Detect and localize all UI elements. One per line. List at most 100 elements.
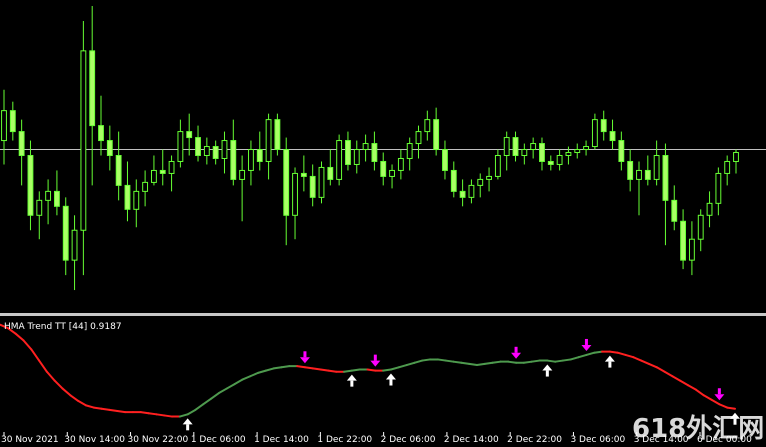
hma-segment [421, 358, 432, 362]
hma-segment [116, 409, 127, 414]
hma-segment [108, 408, 119, 412]
candle [706, 191, 713, 228]
hma-segment [671, 375, 682, 382]
candle-body [256, 149, 263, 162]
candle-body [574, 149, 581, 154]
hma-segment [61, 387, 72, 397]
hma-segment [389, 366, 400, 371]
hma-segment [710, 398, 721, 406]
candle [115, 131, 122, 201]
candle-body [415, 131, 422, 145]
candle [530, 137, 537, 159]
candle [424, 110, 431, 141]
candle-body [248, 149, 254, 171]
time-label: 1 Dec 14:00 [254, 435, 309, 445]
candle-body [680, 220, 687, 261]
candle-body [80, 50, 87, 231]
candle [292, 167, 298, 240]
candle [662, 143, 669, 246]
candle [142, 170, 149, 207]
candle [556, 149, 563, 171]
hma-segment [640, 359, 650, 365]
price-panel[interactable] [0, 6, 766, 291]
candle [168, 155, 175, 192]
candle-body [618, 140, 625, 162]
candle-body [106, 140, 113, 157]
candle [671, 185, 678, 231]
time-label: 30 Nov 22:00 [128, 435, 189, 445]
candle [627, 149, 634, 192]
indicator-panel[interactable] [0, 323, 740, 431]
candle [80, 20, 87, 276]
candle-body [71, 229, 78, 261]
candle-body [486, 175, 492, 180]
hma-segment [210, 392, 220, 400]
candle-body [636, 169, 642, 180]
candle-body [521, 149, 528, 157]
hma-segment [593, 350, 604, 354]
hma-segment [194, 403, 205, 411]
time-label: 3 Dec 06:00 [570, 435, 625, 445]
candle-body [300, 172, 307, 177]
hma-segment [546, 359, 557, 363]
candle-body [177, 131, 184, 162]
candle [159, 149, 166, 186]
candle-body [318, 166, 325, 198]
time-label: 1 Dec 22:00 [317, 435, 372, 445]
hma-segment [624, 353, 635, 359]
arrow-down-icon [370, 354, 381, 367]
panel-separator[interactable] [0, 313, 766, 316]
candle [486, 167, 492, 192]
candle-body [591, 119, 598, 148]
candle-body [53, 190, 60, 207]
time-label: 2 Dec 22:00 [507, 435, 562, 445]
arrow-down-icon [581, 338, 592, 351]
hma-segment [507, 360, 518, 364]
hma-segment [178, 413, 189, 418]
candle-body [442, 149, 448, 171]
candle [406, 137, 413, 171]
hma-segment [585, 351, 596, 356]
candle-body [371, 143, 378, 162]
candle-body [9, 110, 16, 133]
candle-body [336, 140, 343, 180]
hma-segment [522, 360, 533, 364]
candle-body [503, 137, 510, 156]
hma-segment [343, 369, 353, 373]
candle-body [45, 190, 52, 201]
hma-segment [69, 394, 80, 402]
hma-segment [92, 406, 103, 410]
arrow-down-icon [714, 388, 725, 401]
candle [195, 125, 201, 162]
hma-segment [554, 359, 564, 363]
chart-canvas[interactable]: 30 Nov 2021 30 Nov 14:00 30 Nov 22:00 1 Dec… [0, 0, 766, 447]
hma-segment [14, 332, 25, 342]
candle [98, 95, 104, 156]
candle [203, 137, 210, 165]
hma-segment [436, 358, 447, 362]
candle [609, 119, 616, 150]
hma-segment [147, 412, 158, 416]
candle-body [265, 119, 272, 162]
hma-segment [264, 367, 275, 372]
candle [688, 221, 695, 276]
candle [221, 131, 228, 174]
hma-segment [694, 388, 705, 397]
candle [151, 155, 157, 186]
trading-chart-window[interactable]: 30 Nov 2021 30 Nov 14:00 30 Nov 22:00 1 Dec… [0, 0, 766, 447]
arrow-up-icon [604, 355, 615, 368]
candle-body [36, 199, 43, 216]
candle [327, 149, 334, 186]
arrow-up-icon [542, 364, 553, 377]
candle-body [186, 131, 193, 139]
candle [62, 197, 69, 276]
candle [521, 143, 528, 165]
candle [9, 101, 16, 141]
candle [715, 167, 722, 216]
candle [680, 209, 687, 270]
candle [309, 164, 316, 207]
candle-body [688, 238, 695, 261]
candle [415, 125, 422, 159]
candle [230, 119, 237, 186]
candle [618, 131, 625, 171]
